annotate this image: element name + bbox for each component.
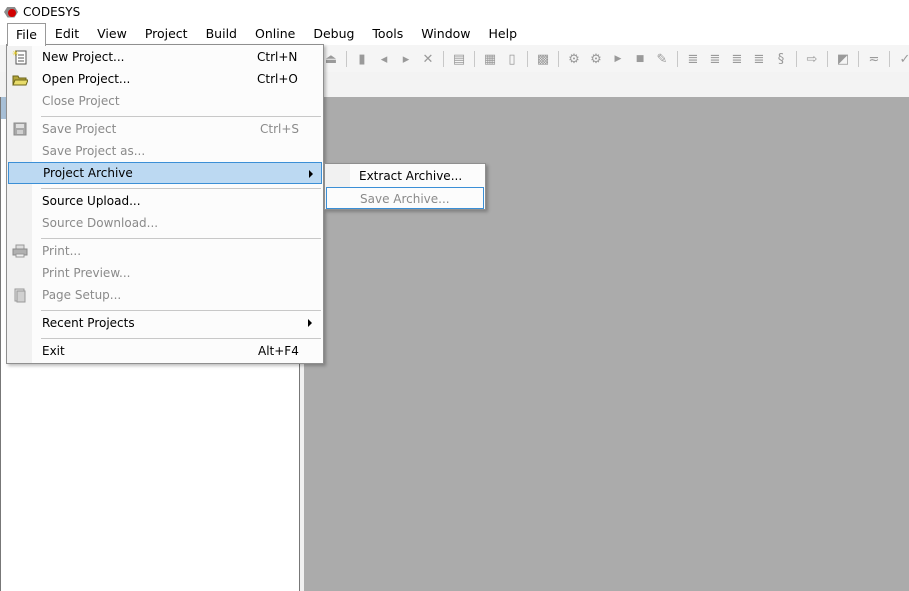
toolbar-separator xyxy=(889,51,890,67)
menu-item-new-project[interactable]: ✳ New Project... Ctrl+N xyxy=(8,46,322,68)
run-icon[interactable]: ▶ xyxy=(609,50,627,68)
open-folder-icon xyxy=(11,71,29,87)
run-to-cursor-icon[interactable]: ≣ xyxy=(750,50,768,68)
menu-item-save-project[interactable]: Save Project Ctrl+S xyxy=(8,118,322,140)
prev-bookmark-icon[interactable]: ◂ xyxy=(375,50,393,68)
menu-project[interactable]: Project xyxy=(136,23,197,45)
step-over-icon[interactable]: ≣ xyxy=(684,50,702,68)
menu-help[interactable]: Help xyxy=(480,23,527,45)
force-icon[interactable]: ◩ xyxy=(834,50,852,68)
menu-separator xyxy=(41,338,321,339)
menu-tools[interactable]: Tools xyxy=(363,23,412,45)
menu-build[interactable]: Build xyxy=(197,23,246,45)
menu-debug[interactable]: Debug xyxy=(304,23,363,45)
show-next-icon[interactable]: ⇨ xyxy=(803,50,821,68)
clipboard-icon[interactable]: ▤ xyxy=(450,50,468,68)
page-setup-icon xyxy=(11,287,29,303)
codesys-logo-icon xyxy=(4,5,18,19)
menu-item-save-project-as[interactable]: Save Project as... xyxy=(8,140,322,162)
menu-item-project-archive[interactable]: Project Archive xyxy=(8,162,322,184)
menu-item-page-setup[interactable]: Page Setup... xyxy=(8,284,322,306)
bookmark-icon[interactable]: ▮ xyxy=(353,50,371,68)
clear-bookmark-icon[interactable]: ✕ xyxy=(419,50,437,68)
toolbar-separator xyxy=(346,51,347,67)
insert-icon[interactable]: ▦ xyxy=(481,50,499,68)
menu-separator xyxy=(41,310,321,311)
toolbar-separator xyxy=(474,51,475,67)
logout-icon[interactable]: ⚙ xyxy=(587,50,605,68)
svg-text:✳: ✳ xyxy=(12,49,19,58)
menu-item-exit[interactable]: Exit Alt+F4 xyxy=(8,340,322,362)
submenu-arrow-icon xyxy=(308,319,312,327)
save-icon xyxy=(11,121,29,137)
check-icon[interactable]: ✓ xyxy=(896,50,909,68)
print-icon xyxy=(11,243,29,259)
toolbar-separator xyxy=(827,51,828,67)
menu-item-save-archive[interactable]: Save Archive... xyxy=(326,187,484,209)
next-bookmark-icon[interactable]: ▸ xyxy=(397,50,415,68)
menu-item-print-preview[interactable]: Print Preview... xyxy=(8,262,322,284)
step-into-icon[interactable]: ≣ xyxy=(706,50,724,68)
menu-edit[interactable]: Edit xyxy=(46,23,88,45)
menu-separator xyxy=(41,188,321,189)
archive-submenu: Extract Archive... Save Archive... xyxy=(324,163,486,210)
menu-item-print[interactable]: Print... xyxy=(8,240,322,262)
toolbar-separator xyxy=(443,51,444,67)
toolbar-separator xyxy=(677,51,678,67)
new-project-icon: ✳ xyxy=(11,49,29,65)
menu-window[interactable]: Window xyxy=(412,23,479,45)
menu-bar: File Edit View Project Build Online Debu… xyxy=(0,22,909,46)
file-menu-dropdown: ✳ New Project... Ctrl+N Open Project... … xyxy=(6,44,324,364)
login-icon[interactable]: ⚙ xyxy=(565,50,583,68)
submenu-arrow-icon xyxy=(309,170,313,178)
menu-item-recent-projects[interactable]: Recent Projects xyxy=(8,312,322,334)
toolbar-separator xyxy=(796,51,797,67)
menu-item-open-project[interactable]: Open Project... Ctrl+O xyxy=(8,68,322,90)
menu-online[interactable]: Online xyxy=(246,23,304,45)
menu-separator xyxy=(41,238,321,239)
new-object-icon[interactable]: ▯ xyxy=(503,50,521,68)
app-title: CODESYS xyxy=(23,4,81,19)
tools-icon[interactable]: ✎ xyxy=(653,50,671,68)
menu-file[interactable]: File xyxy=(7,22,46,46)
toolbar-separator xyxy=(858,51,859,67)
upload-icon[interactable]: ⏏ xyxy=(322,50,340,68)
set-next-icon[interactable]: § xyxy=(772,50,790,68)
menu-separator xyxy=(41,116,321,117)
menu-view[interactable]: View xyxy=(88,23,136,45)
filter-icon[interactable]: ≂ xyxy=(865,50,883,68)
title-bar: CODESYS xyxy=(0,0,909,23)
step-out-icon[interactable]: ≣ xyxy=(728,50,746,68)
toolbar-separator xyxy=(527,51,528,67)
watch-icon[interactable]: ▩ xyxy=(534,50,552,68)
stop-icon[interactable]: ■ xyxy=(631,50,649,68)
menu-item-source-download[interactable]: Source Download... xyxy=(8,212,322,234)
menu-item-close-project[interactable]: Close Project xyxy=(8,90,322,112)
menu-item-source-upload[interactable]: Source Upload... xyxy=(8,190,322,212)
menu-item-extract-archive[interactable]: Extract Archive... xyxy=(326,165,484,187)
toolbar-separator xyxy=(558,51,559,67)
